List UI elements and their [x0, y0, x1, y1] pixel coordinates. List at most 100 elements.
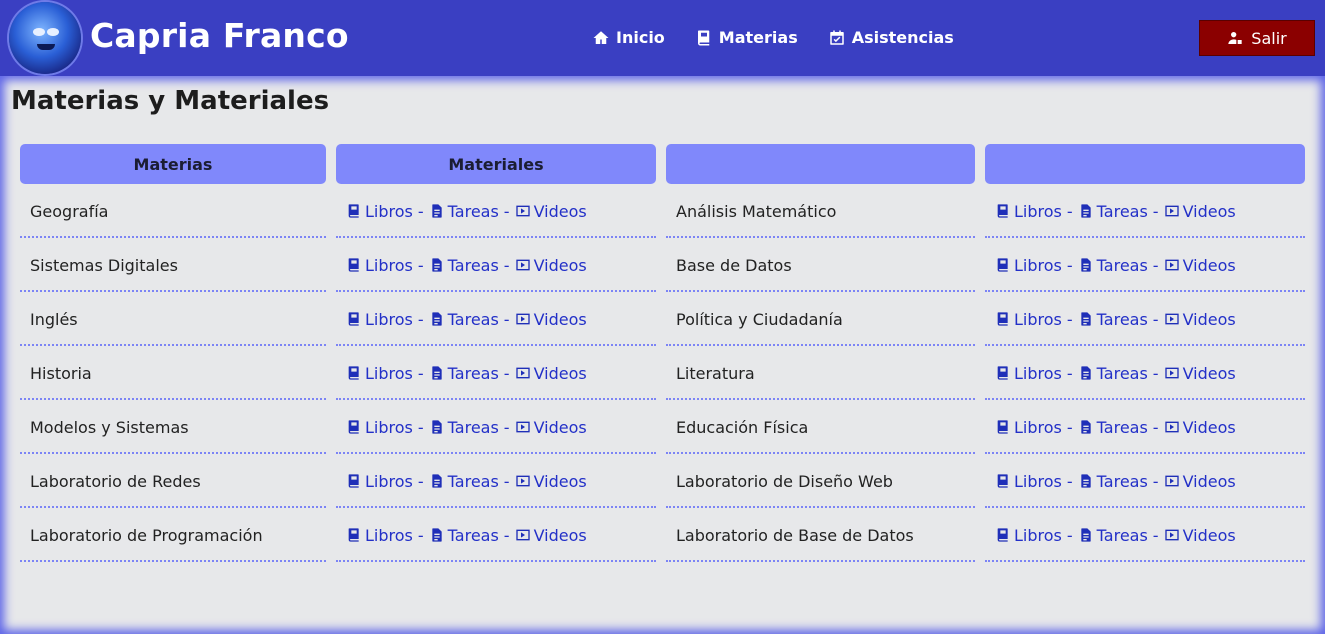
materials-column-left: Materiales Libros - Tareas - Videos Libros - Ta… [336, 144, 656, 562]
document-icon [431, 420, 442, 434]
libros-link[interactable]: Libros [346, 364, 413, 383]
tareas-link[interactable]: Tareas [429, 310, 499, 329]
material-list-left: Libros - Tareas - Videos Libros - Tareas - Videos… [336, 186, 656, 562]
table-row: Libros - Tareas - Videos [336, 186, 656, 238]
brand-name[interactable]: Capria Franco [90, 16, 349, 55]
videos-link[interactable]: Videos [515, 472, 587, 491]
nav-materias[interactable]: Materias [695, 28, 798, 47]
tareas-link[interactable]: Tareas [1078, 364, 1148, 383]
subject-name: Política y Ciudadanía [676, 309, 843, 329]
user-logout-icon [1228, 32, 1242, 44]
libros-link[interactable]: Libros [995, 418, 1062, 437]
column-header-materias: Materias [20, 144, 326, 184]
book-icon [997, 204, 1008, 218]
book-icon [997, 420, 1008, 434]
libros-link[interactable]: Libros [346, 526, 413, 545]
tareas-link[interactable]: Tareas [429, 256, 499, 275]
book-icon [697, 30, 710, 45]
link-separator: - [417, 525, 424, 545]
libros-link[interactable]: Libros [995, 472, 1062, 491]
libros-link[interactable]: Libros [995, 202, 1062, 221]
table-row: Modelos y Sistemas [20, 402, 326, 454]
link-separator: - [417, 363, 424, 383]
tareas-link-label: Tareas [1096, 201, 1148, 221]
material-links: Libros - Tareas - Videos [336, 526, 587, 545]
libros-link[interactable]: Libros [346, 310, 413, 329]
libros-link[interactable]: Libros [995, 526, 1062, 545]
videos-link[interactable]: Videos [515, 364, 587, 383]
tareas-link-label: Tareas [447, 471, 499, 491]
subject-list-left: Geografía Sistemas Digitales Inglés Histori… [20, 186, 326, 562]
videos-link[interactable]: Videos [515, 418, 587, 437]
nav-asistencias-label: Asistencias [851, 28, 954, 47]
videos-link-label: Videos [1182, 471, 1236, 491]
book-icon [997, 312, 1008, 326]
table-row: Geografía [20, 186, 326, 238]
tareas-link[interactable]: Tareas [1078, 472, 1148, 491]
table-row: Inglés [20, 294, 326, 346]
libros-link-label: Libros [1014, 525, 1062, 545]
nav-asistencias[interactable]: Asistencias [828, 28, 954, 47]
document-icon [431, 366, 442, 380]
table-row: Historia [20, 348, 326, 400]
subject-name: Laboratorio de Diseño Web [676, 471, 893, 491]
libros-link[interactable]: Libros [346, 256, 413, 275]
link-separator: - [1152, 525, 1159, 545]
videos-link-label: Videos [533, 201, 587, 221]
libros-link[interactable]: Libros [346, 472, 413, 491]
tareas-link-label: Tareas [1096, 417, 1148, 437]
nav-materias-label: Materias [718, 28, 798, 47]
subject-name: Laboratorio de Base de Datos [676, 525, 914, 545]
document-icon [1080, 528, 1091, 542]
videos-link[interactable]: Videos [515, 256, 587, 275]
videos-link[interactable]: Videos [515, 310, 587, 329]
libros-link[interactable]: Libros [995, 256, 1062, 275]
videos-link[interactable]: Videos [1164, 472, 1236, 491]
tareas-link[interactable]: Tareas [429, 472, 499, 491]
material-links: Libros - Tareas - Videos [336, 472, 587, 491]
libros-link[interactable]: Libros [995, 364, 1062, 383]
column-header-empty-3 [666, 144, 975, 184]
document-icon [431, 528, 442, 542]
subject-name: Literatura [676, 363, 755, 383]
link-separator: - [503, 417, 510, 437]
avatar[interactable] [9, 2, 81, 74]
tareas-link[interactable]: Tareas [1078, 310, 1148, 329]
link-separator: - [503, 309, 510, 329]
videos-link[interactable]: Videos [1164, 526, 1236, 545]
videos-link[interactable]: Videos [515, 526, 587, 545]
tareas-link[interactable]: Tareas [429, 526, 499, 545]
link-separator: - [417, 255, 424, 275]
videos-link[interactable]: Videos [1164, 256, 1236, 275]
tareas-link[interactable]: Tareas [429, 418, 499, 437]
nav-inicio[interactable]: Inicio [592, 28, 665, 47]
logout-button[interactable]: Salir [1199, 20, 1315, 56]
videos-link[interactable]: Videos [515, 202, 587, 221]
tareas-link[interactable]: Tareas [1078, 256, 1148, 275]
videos-link[interactable]: Videos [1164, 310, 1236, 329]
videos-link[interactable]: Videos [1164, 418, 1236, 437]
video-icon [515, 367, 530, 379]
material-links: Libros - Tareas - Videos [985, 364, 1236, 383]
tareas-link[interactable]: Tareas [1078, 418, 1148, 437]
link-separator: - [1066, 363, 1073, 383]
libros-link[interactable]: Libros [346, 202, 413, 221]
videos-link[interactable]: Videos [1164, 202, 1236, 221]
tareas-link-label: Tareas [447, 417, 499, 437]
tareas-link[interactable]: Tareas [1078, 202, 1148, 221]
tareas-link-label: Tareas [447, 201, 499, 221]
libros-link-label: Libros [365, 309, 413, 329]
book-icon [348, 312, 359, 326]
column-header-materiales: Materiales [336, 144, 656, 184]
libros-link[interactable]: Libros [346, 418, 413, 437]
material-list-right: Libros - Tareas - Videos Libros - Tareas - Videos… [985, 186, 1305, 562]
subject-name: Laboratorio de Redes [30, 471, 201, 491]
videos-link[interactable]: Videos [1164, 364, 1236, 383]
libros-link[interactable]: Libros [995, 310, 1062, 329]
table-row: Laboratorio de Base de Datos [666, 510, 975, 562]
subject-name: Historia [30, 363, 92, 383]
tareas-link[interactable]: Tareas [1078, 526, 1148, 545]
tareas-link[interactable]: Tareas [429, 364, 499, 383]
tareas-link[interactable]: Tareas [429, 202, 499, 221]
link-separator: - [417, 471, 424, 491]
